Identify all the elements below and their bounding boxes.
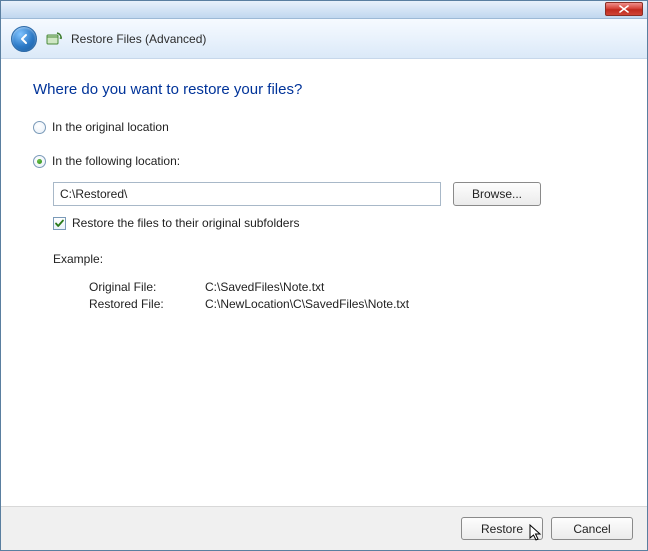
radio-following-input[interactable] bbox=[33, 155, 46, 168]
close-icon bbox=[619, 5, 629, 13]
restore-path-input[interactable] bbox=[53, 182, 441, 206]
close-button[interactable] bbox=[605, 2, 643, 16]
example-restored-label: Restored File: bbox=[89, 297, 201, 311]
radio-original-label: In the original location bbox=[52, 120, 169, 134]
radio-following-location[interactable]: In the following location: bbox=[33, 154, 615, 168]
radio-following-label: In the following location: bbox=[52, 154, 180, 168]
cancel-button[interactable]: Cancel bbox=[551, 517, 633, 540]
subfolders-row[interactable]: Restore the files to their original subf… bbox=[53, 216, 615, 230]
radio-original-input[interactable] bbox=[33, 121, 46, 134]
example-restored-value: C:\NewLocation\C\SavedFiles\Note.txt bbox=[205, 297, 409, 311]
page-heading: Where do you want to restore your files? bbox=[33, 81, 615, 98]
example-grid: Original File: C:\SavedFiles\Note.txt Re… bbox=[89, 280, 615, 311]
restore-button[interactable]: Restore bbox=[461, 517, 543, 540]
restore-files-icon bbox=[45, 30, 63, 48]
path-row: Browse... bbox=[53, 182, 615, 206]
subfolders-checkbox[interactable] bbox=[53, 217, 66, 230]
footer: Restore Cancel bbox=[1, 506, 647, 550]
subfolders-label: Restore the files to their original subf… bbox=[72, 216, 299, 230]
check-icon bbox=[54, 218, 65, 229]
radio-original-location[interactable]: In the original location bbox=[33, 120, 615, 134]
browse-button[interactable]: Browse... bbox=[453, 182, 541, 206]
back-button[interactable] bbox=[11, 26, 37, 52]
back-arrow-icon bbox=[17, 32, 31, 46]
wizard-header: Restore Files (Advanced) bbox=[1, 19, 647, 59]
example-heading: Example: bbox=[53, 252, 615, 266]
example-original-value: C:\SavedFiles\Note.txt bbox=[205, 280, 324, 294]
example-original-label: Original File: bbox=[89, 280, 201, 294]
titlebar bbox=[1, 1, 647, 19]
restore-files-window: Restore Files (Advanced) Where do you wa… bbox=[0, 0, 648, 551]
wizard-title: Restore Files (Advanced) bbox=[71, 32, 206, 46]
content-area: Where do you want to restore your files?… bbox=[1, 59, 647, 506]
